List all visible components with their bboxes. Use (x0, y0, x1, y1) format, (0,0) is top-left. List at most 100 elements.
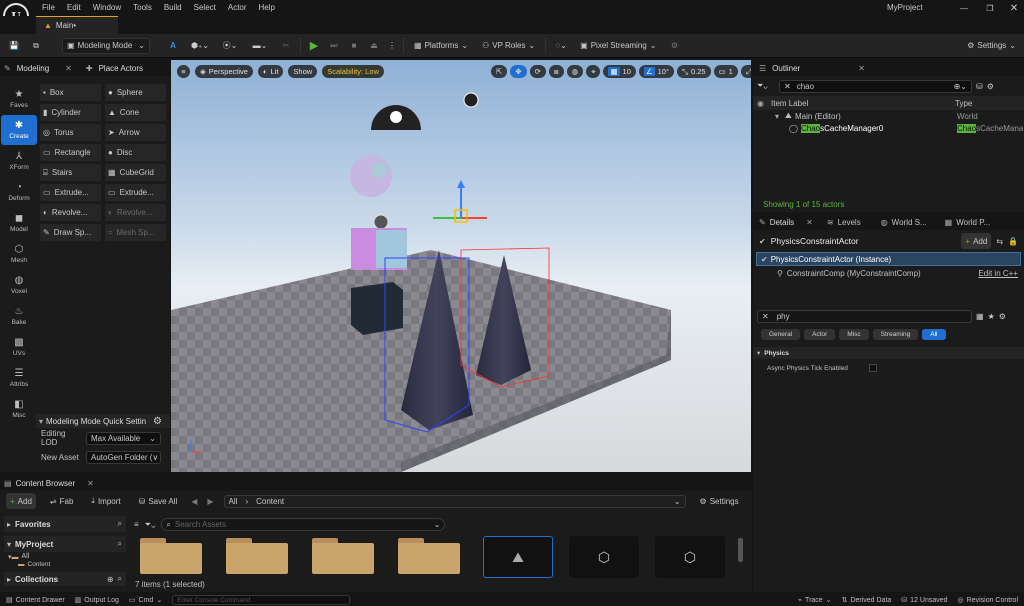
asset-thumbnail[interactable]: ⬡ (655, 536, 725, 578)
search-icon[interactable]: ⌕ (118, 539, 122, 549)
outliner-tab[interactable]: ☰ Outliner ✕ (753, 60, 1024, 76)
lit-button[interactable]: ◐ Lit (257, 65, 284, 78)
filter-dropdown-icon[interactable]: ⏷⌄ (145, 520, 156, 530)
star-icon[interactable]: ★ (988, 312, 995, 321)
stop-icon[interactable]: ■ (347, 41, 361, 50)
new-asset-select[interactable]: AutoGen Folder ( ∨ (86, 450, 161, 464)
category-voxel[interactable]: ◍ Voxel (1, 270, 37, 300)
gear-icon[interactable]: ⚙ (153, 416, 162, 427)
path-breadcrumb[interactable]: All › Content ⌄ (223, 494, 686, 508)
menu-window[interactable]: Window (93, 0, 121, 16)
pixel-streaming-button[interactable]: ▣ Pixel Streaming ⌄ (576, 38, 660, 54)
rotation-snap[interactable]: ∠ 10° (638, 65, 674, 78)
save-icon[interactable]: 💾 (6, 41, 22, 50)
search-icon[interactable]: ⌕ (118, 519, 122, 529)
folder-asset[interactable] (226, 538, 288, 574)
tab-levels[interactable]: Levels (838, 218, 861, 227)
trace-button[interactable]: ⌁ Trace ⌄ (798, 596, 832, 605)
asset-search-input[interactable]: ⌕ Search Assets ⌄ (161, 518, 446, 531)
console-input[interactable]: Enter Console Command (172, 595, 351, 605)
filter-misc[interactable]: Misc (839, 329, 869, 340)
viewport-menu-button[interactable]: ≡ (177, 65, 190, 78)
tool-cylinder[interactable]: ▮ Cylinder (40, 104, 101, 121)
place-actors-tab[interactable]: Place Actors (99, 64, 143, 73)
close-icon[interactable]: ✕ (858, 64, 865, 73)
grid-snap[interactable]: ▦ 10 (603, 65, 636, 78)
item-label-header[interactable]: Item Label (771, 99, 955, 108)
property-checkbox[interactable] (869, 364, 877, 372)
perspective-button[interactable]: ◈ Perspective (195, 65, 253, 78)
cinematics-icon[interactable]: ▬⌄ (248, 41, 272, 50)
tree-content[interactable]: ▬ Content (4, 561, 126, 568)
tool-draw-spline[interactable]: ✎ Draw Sp... (40, 224, 101, 241)
close-icon[interactable]: ✕ (806, 218, 813, 227)
close-icon[interactable]: ✕ (87, 479, 94, 488)
scalability-button[interactable]: Scalability: Low (322, 65, 384, 78)
category-create[interactable]: ✱ Create (1, 115, 37, 145)
category-deform[interactable]: ◔ Deform (1, 177, 37, 207)
vp-roles-button[interactable]: ⚇ VP Roles ⌄ (478, 38, 539, 54)
more-options-icon[interactable]: ⋮ (387, 41, 397, 50)
tool-arrow[interactable]: ➤ Arrow (105, 124, 166, 141)
move-tool[interactable]: ✥ (510, 65, 527, 78)
close-icon[interactable]: ✕ (1006, 1, 1022, 15)
selected-asset-thumbnail[interactable]: ⛰ (483, 536, 553, 578)
lock-icon[interactable]: 🔒 (1008, 237, 1018, 246)
clear-icon[interactable]: ✕ (762, 312, 769, 321)
settings-button[interactable]: ⚙ Settings ⌄ (963, 38, 1020, 54)
filter-streaming[interactable]: Streaming (872, 329, 919, 340)
category-attribs[interactable]: ☰ Attribs (1, 363, 37, 393)
scale-tool[interactable]: ⧈ (548, 65, 564, 78)
maximize-viewport[interactable]: ⤢ (740, 65, 751, 78)
category-xform[interactable]: ⅄ XForm (1, 146, 37, 176)
multiuser-icon[interactable]: ⚙ (666, 41, 682, 50)
browse-icon[interactable]: ⧉ (28, 41, 44, 51)
tool-extrude-path[interactable]: ▭ Extrude... (40, 184, 101, 201)
physics-section[interactable]: ▾ Physics (753, 347, 1024, 359)
tool-revolve-path[interactable]: ◐ Revolve... (40, 204, 101, 221)
eject-icon[interactable]: ⏏ (367, 41, 381, 50)
expand-icon[interactable]: ▾ (775, 112, 785, 121)
tab-details[interactable]: Details (770, 218, 794, 227)
cmd-button[interactable]: ▭ Cmd ⌄ (129, 596, 162, 605)
tool-rectangle[interactable]: ▭ Rectangle (40, 144, 101, 161)
tool-stairs[interactable]: ⌸ Stairs (40, 164, 101, 181)
tool-cone[interactable]: ▲ Cone (105, 104, 166, 121)
modeling-tab[interactable]: Modeling (17, 64, 49, 73)
menu-select[interactable]: Select (194, 0, 216, 16)
close-icon[interactable]: ✕ (65, 64, 72, 73)
blueprint-icon[interactable]: ⇆ (996, 237, 1003, 246)
category-mesh[interactable]: ⬡ Mesh (1, 239, 37, 269)
details-search-input[interactable]: ✕ phy (757, 310, 972, 323)
mode-selector[interactable]: ▣ Modeling Mode ⌄ (62, 37, 150, 54)
folder-asset[interactable] (398, 538, 460, 574)
tree-all[interactable]: ▾▬ All (4, 552, 126, 561)
world-local-toggle[interactable]: ◍ (566, 65, 584, 78)
quick-settings-header[interactable]: ▾ Modeling Mode Quick Settin ⚙ (36, 414, 170, 428)
snap-icon[interactable]: ✂ (278, 41, 294, 50)
add-component-button[interactable]: + Add (961, 233, 992, 249)
menu-help[interactable]: Help (259, 0, 275, 16)
collections-section[interactable]: ▸ Collections ⊕ ⌕ (4, 572, 126, 586)
menu-edit[interactable]: Edit (67, 0, 81, 16)
clear-icon[interactable]: ✕ (784, 82, 791, 91)
tab-world-partition[interactable]: World P... (956, 218, 990, 227)
import-button[interactable]: ⤓ Import (87, 493, 124, 509)
select-tool[interactable]: ⇱ (491, 65, 508, 78)
blueprint-icon[interactable]: ⦿⌄ (218, 40, 242, 51)
gear-icon[interactable]: ⚙ (999, 312, 1006, 321)
platforms-button[interactable]: ▦ Platforms ⌄ (410, 38, 472, 54)
show-button[interactable]: Show (288, 65, 318, 78)
camera-speed[interactable]: ▭ 1 (713, 65, 738, 78)
skip-icon[interactable]: ⏭ (327, 41, 341, 51)
category-bake[interactable]: ♨ Bake (1, 301, 37, 331)
table-view-icon[interactable]: ▦ (976, 312, 984, 321)
gear-icon[interactable]: ⚙ (987, 82, 994, 91)
filter-actor[interactable]: Actor (804, 329, 836, 340)
select-mode-icon[interactable]: A (164, 41, 182, 50)
add-collection-icon[interactable]: ⊕ (107, 575, 114, 584)
filter-all[interactable]: All (922, 329, 946, 340)
save-all-button[interactable]: ⛁ Save All (135, 493, 182, 509)
tool-revolve-boundary[interactable]: ◐ Revolve... (105, 204, 166, 221)
outliner-row-main[interactable]: ▾ ⛰ Main (Editor) World (753, 110, 1024, 122)
